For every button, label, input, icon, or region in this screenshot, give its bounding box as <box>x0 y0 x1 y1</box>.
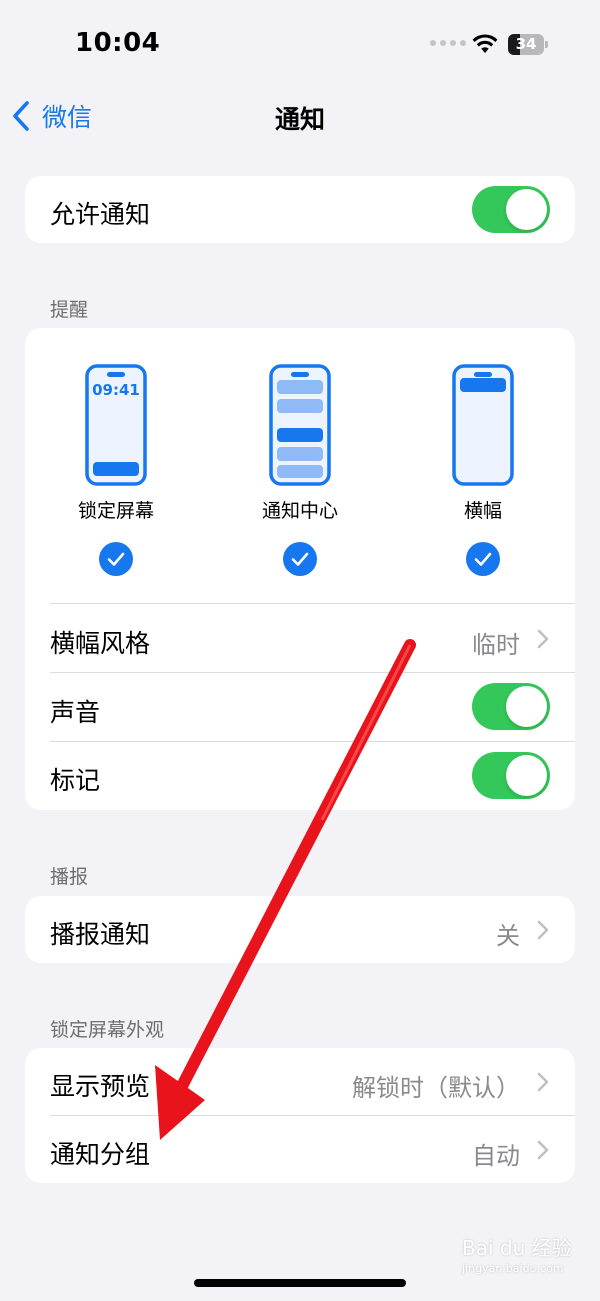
page-title: 通知 <box>274 105 325 134</box>
chevron-right-icon <box>537 1140 549 1160</box>
wifi-icon <box>472 34 498 58</box>
badges-toggle[interactable] <box>472 752 550 799</box>
home-indicator <box>194 1279 406 1287</box>
banner-style-row[interactable]: 横幅风格 临时 <box>25 604 575 672</box>
show-previews-row[interactable]: 显示预览 解锁时（默认） <box>25 1048 575 1115</box>
alert-style-label: 通知中心 <box>261 500 338 522</box>
show-previews-label: 显示预览 <box>50 1072 151 1101</box>
alerts-card: 09:41 锁定屏幕 通知中心 横幅 横幅风格 临时 声音 标记 <box>25 328 575 810</box>
notification-center-phone-icon <box>269 364 331 486</box>
lock-screen-section-header: 锁定屏幕外观 <box>50 1019 165 1041</box>
chevron-right-icon <box>537 629 549 649</box>
lock-screen-clock: 09:41 <box>92 381 140 399</box>
notification-grouping-value: 自动 <box>472 1142 520 1170</box>
announce-card: 播报通知 关 <box>25 896 575 963</box>
checkmark-icon <box>466 542 500 576</box>
alert-style-label: 横幅 <box>463 500 502 522</box>
watermark-sub: jingyan.baidu.com <box>462 1262 564 1275</box>
checkmark-icon <box>283 542 317 576</box>
allow-notifications-label: 允许通知 <box>50 200 151 229</box>
notification-grouping-label: 通知分组 <box>50 1140 151 1169</box>
alert-style-banner[interactable]: 横幅 <box>408 328 558 588</box>
battery-icon: 34 <box>508 34 548 55</box>
announce-notifications-value: 关 <box>496 922 520 950</box>
status-time: 10:04 <box>75 28 161 58</box>
banner-phone-icon <box>452 364 514 486</box>
sounds-label: 声音 <box>50 698 101 727</box>
allow-notifications-toggle[interactable] <box>472 186 550 233</box>
announce-section-header: 播报 <box>50 866 89 888</box>
notification-grouping-row[interactable]: 通知分组 自动 <box>25 1116 575 1183</box>
allow-notifications-card: 允许通知 <box>25 176 575 243</box>
battery-level: 34 <box>515 35 537 53</box>
watermark: Bai du 经验 <box>462 1236 572 1260</box>
cellular-signal-icon <box>430 40 466 46</box>
announce-notifications-row[interactable]: 播报通知 关 <box>25 896 575 963</box>
alerts-section-header: 提醒 <box>50 299 89 321</box>
alert-style-lock-screen[interactable]: 09:41 锁定屏幕 <box>41 328 191 588</box>
lock-screen-card: 显示预览 解锁时（默认） 通知分组 自动 <box>25 1048 575 1183</box>
alert-style-label: 锁定屏幕 <box>77 500 154 522</box>
alert-style-notification-center[interactable]: 通知中心 <box>225 328 375 588</box>
badges-label: 标记 <box>50 766 101 795</box>
chevron-right-icon <box>537 1072 549 1092</box>
show-previews-value: 解锁时（默认） <box>352 1074 520 1102</box>
sounds-toggle[interactable] <box>472 683 550 730</box>
banner-style-label: 横幅风格 <box>50 629 151 658</box>
badges-row: 标记 <box>25 742 575 810</box>
checkmark-icon <box>99 542 133 576</box>
sounds-row: 声音 <box>25 673 575 741</box>
chevron-right-icon <box>537 920 549 940</box>
announce-notifications-label: 播报通知 <box>50 920 151 949</box>
allow-notifications-row: 允许通知 <box>25 176 575 243</box>
banner-style-value: 临时 <box>472 631 520 659</box>
